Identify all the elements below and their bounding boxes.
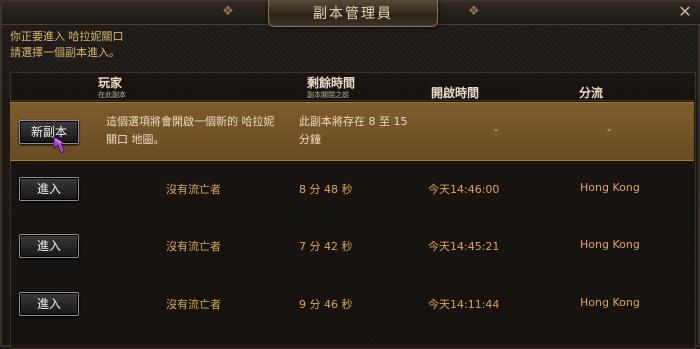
new-instance-desc-line-2: 關口 地圖。 [106,133,165,146]
window-title: 副本管理員 [313,6,393,22]
column-subheader-player: 在此副本 [98,91,126,99]
instance-player: 沒有流亡者 [166,183,221,196]
instance-row[interactable]: 進入 沒有流亡者 9 分 46 秒 今天14:11:44 Hong Kong [10,275,694,332]
instance-player: 沒有流亡者 [166,298,221,311]
instance-row[interactable]: 進入 沒有流亡者 8 分 48 秒 今天14:46:00 Hong Kong [10,160,694,217]
new-instance-description: 這個選項將會開啟一個新的 哈拉妮 關口 地圖。 [106,113,275,149]
instance-row[interactable]: 進入 沒有流亡者 7 分 42 秒 今天14:45:21 Hong Kong [10,217,694,274]
new-instance-desc-line-1: 這個選項將會開啟一個新的 哈拉妮 [106,115,275,128]
enter-button[interactable]: 進入 [19,234,79,258]
column-header-remaining: 剩餘時間 [307,76,356,90]
header-divider [10,100,694,101]
column-header-player: 玩家 [98,76,123,90]
column-header-server: 分流 [579,86,604,100]
new-instance-server: - [607,123,611,136]
new-instance-button[interactable]: 新副本 [19,120,79,144]
new-instance-opened: - [494,123,498,136]
new-instance-remaining: 此副本將存在 8 至 15 分鐘 [299,113,408,149]
column-subheader-remaining: 副本關閉之前 [307,91,349,99]
instance-opened: 今天14:11:44 [428,298,500,311]
instance-server: Hong Kong [580,238,640,251]
column-header-opened: 開啟時間 [431,86,480,100]
instance-manager-window: ❖ ❖ 副本管理員 ✕ 你正要進入 哈拉妮關口 請選擇一個副本進入。 玩家 在此… [0,0,700,349]
instance-remaining: 8 分 48 秒 [299,183,353,196]
instance-server: Hong Kong [580,296,640,309]
new-instance-remaining-line-1: 此副本將存在 8 至 15 [299,115,408,128]
instance-remaining: 9 分 46 秒 [299,298,353,311]
title-plate: 副本管理員 [268,0,438,27]
new-instance-row[interactable]: 新副本 這個選項將會開啟一個新的 哈拉妮 關口 地圖。 此副本將存在 8 至 1… [10,102,694,161]
right-ornament-icon: ❖ [468,4,480,19]
intro-text: 你正要進入 哈拉妮關口 請選擇一個副本進入。 [10,29,124,61]
close-icon[interactable]: ✕ [675,3,695,21]
instance-server: Hong Kong [580,181,640,194]
instance-opened: 今天14:45:21 [428,240,500,253]
enter-button[interactable]: 進入 [19,292,79,316]
enter-button[interactable]: 進入 [19,177,79,201]
left-ornament-icon: ❖ [222,4,234,19]
instance-remaining: 7 分 42 秒 [299,240,353,253]
intro-line-1: 你正要進入 哈拉妮關口 [10,30,124,43]
intro-line-2: 請選擇一個副本進入。 [10,46,120,59]
hand-pointer-cursor-icon [53,136,65,154]
new-instance-remaining-line-2: 分鐘 [299,133,321,146]
instance-player: 沒有流亡者 [166,240,221,253]
instance-opened: 今天14:46:00 [428,183,500,196]
